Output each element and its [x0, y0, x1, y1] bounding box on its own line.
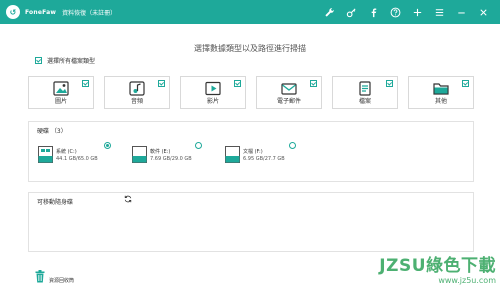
- file-type-video-label: 影片: [206, 98, 219, 105]
- refresh-icon[interactable]: [124, 195, 132, 203]
- music-icon: [129, 81, 145, 96]
- file-type-email-checkbox[interactable]: [310, 80, 317, 87]
- watermark-url: www.jz5u.com: [438, 276, 496, 285]
- file-type-image-checkbox[interactable]: [82, 80, 89, 87]
- file-type-other-label: 其他: [434, 98, 447, 105]
- app-title: 資料恢復（未註冊）: [62, 9, 117, 17]
- titlebar-actions: [318, 0, 494, 24]
- file-type-document-checkbox[interactable]: [386, 80, 393, 87]
- watermark: JZSU綠色下載 www.jz5u.com: [379, 251, 496, 285]
- help-icon[interactable]: [384, 0, 406, 24]
- select-all-checkbox[interactable]: [35, 57, 42, 64]
- plus-icon[interactable]: [406, 0, 428, 24]
- file-type-other-checkbox[interactable]: [462, 80, 469, 87]
- removable-drive-title: 可移動隨身碟: [37, 199, 74, 206]
- recycle-bin-label: 資源回收筒: [49, 278, 75, 284]
- file-type-document-label: 檔案: [358, 98, 371, 105]
- file-type-audio-label: 音頻: [130, 98, 143, 105]
- wrench-icon[interactable]: [318, 0, 340, 24]
- title-bar: ↺ FoneFaw 資料恢復（未註冊）: [0, 0, 500, 24]
- hard-disk-title: 硬碟 （3）: [37, 128, 67, 135]
- watermark-main: JZSU綠色下載: [379, 256, 496, 276]
- trash-icon: [35, 270, 45, 283]
- file-type-email-label: 電子郵件: [276, 98, 301, 105]
- image-icon: [53, 81, 69, 96]
- file-type-video[interactable]: 影片: [180, 76, 246, 109]
- drive-c-name: 系統 (C:): [56, 149, 77, 155]
- select-all-row[interactable]: 選擇所有檔案類型: [35, 56, 95, 65]
- drive-e-size: 7.69 GB/29.0 GB: [150, 156, 192, 162]
- file-type-video-checkbox[interactable]: [234, 80, 241, 87]
- document-icon: [359, 81, 371, 96]
- key-icon[interactable]: [340, 0, 362, 24]
- drive-icon: [225, 146, 240, 163]
- drive-e[interactable]: 軟件 (E:) 7.69 GB/29.0 GB: [132, 146, 222, 166]
- drive-c[interactable]: 系統 (C:) 44.1 GB/65.0 GB: [38, 146, 128, 166]
- drive-icon: [132, 146, 147, 163]
- file-type-audio[interactable]: 音頻: [104, 76, 170, 109]
- select-all-label: 選擇所有檔案類型: [47, 58, 96, 65]
- file-type-document[interactable]: 檔案: [332, 76, 398, 109]
- close-icon[interactable]: [472, 0, 494, 24]
- app-logo: ↺: [6, 5, 20, 19]
- page-heading: 選擇數據類型以及路徑進行掃描: [194, 44, 306, 53]
- drive-f[interactable]: 文檔 (F:) 6.95 GB/27.7 GB: [225, 146, 315, 166]
- file-type-cards: 圖片 音頻 影片 電子郵件 檔案 其他: [28, 76, 474, 109]
- drive-c-size: 44.1 GB/65.0 GB: [56, 156, 98, 162]
- file-type-audio-checkbox[interactable]: [158, 80, 165, 87]
- facebook-icon[interactable]: [362, 0, 384, 24]
- video-icon: [205, 81, 221, 96]
- drive-e-name: 軟件 (E:): [150, 149, 171, 155]
- drive-e-radio[interactable]: [195, 142, 202, 149]
- mail-icon: [281, 83, 297, 95]
- menu-icon[interactable]: [428, 0, 450, 24]
- drive-f-size: 6.95 GB/27.7 GB: [243, 156, 285, 162]
- removable-drive-panel: 可移動隨身碟: [28, 192, 474, 252]
- folder-icon: [433, 83, 449, 95]
- file-type-other[interactable]: 其他: [408, 76, 474, 109]
- file-type-image-label: 圖片: [54, 98, 67, 105]
- file-type-image[interactable]: 圖片: [28, 76, 94, 109]
- windows-drive-icon: [38, 146, 53, 163]
- drive-f-radio[interactable]: [289, 142, 296, 149]
- drive-c-radio[interactable]: [104, 142, 111, 149]
- hard-disk-panel: 硬碟 （3） 系統 (C:) 44.1 GB/65.0 GB 軟件 (E:) 7…: [28, 121, 474, 182]
- file-type-email[interactable]: 電子郵件: [256, 76, 322, 109]
- drive-f-name: 文檔 (F:): [243, 149, 263, 155]
- minimize-icon[interactable]: [450, 0, 472, 24]
- brand-name: FoneFaw: [25, 8, 57, 16]
